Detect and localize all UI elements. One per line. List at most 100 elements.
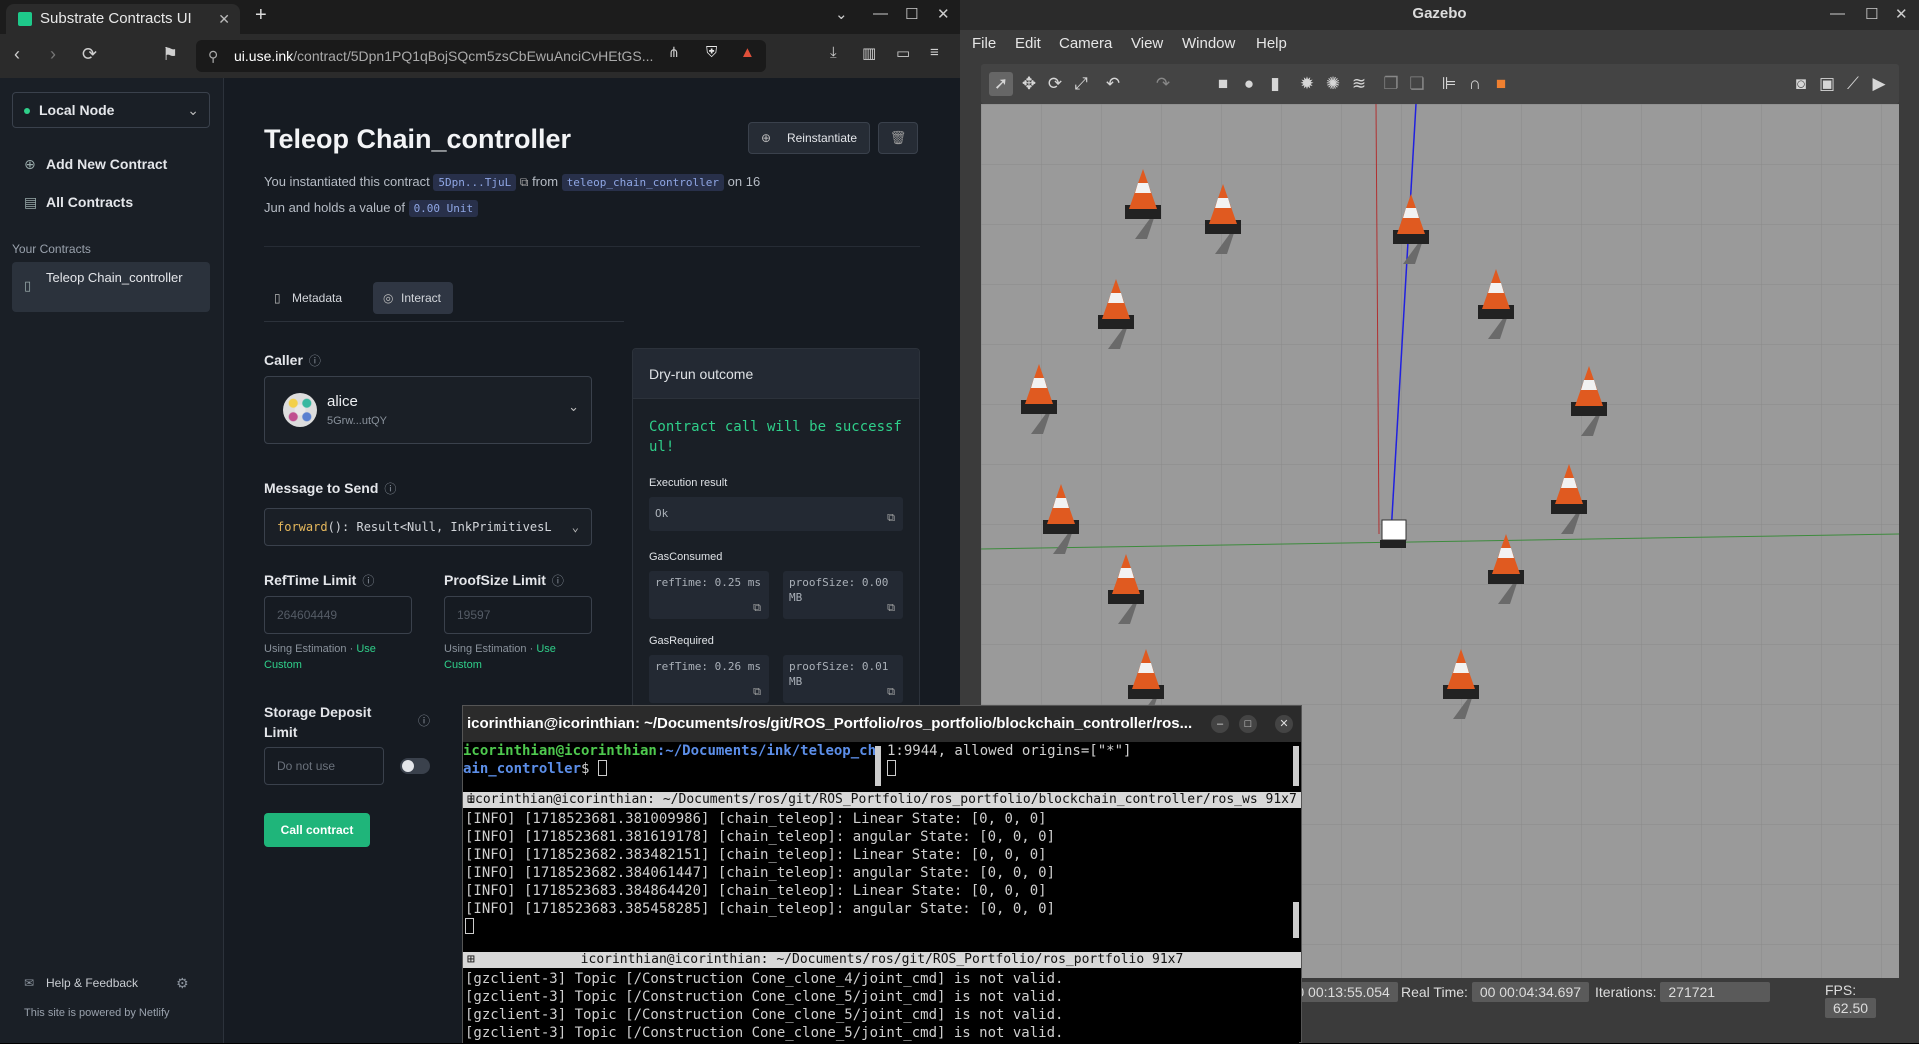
point-light-icon[interactable]: ✹ [1295,72,1319,96]
scrollbar[interactable] [875,746,881,786]
log-line: [gzclient-3] Topic [/Construction Cone_c… [465,1025,1064,1041]
reftime-input[interactable]: 264604449 [264,596,412,634]
reinstantiate-button[interactable]: ⊕ Reinstantiate [748,122,870,154]
gear-icon[interactable]: ⚙ [176,975,189,992]
align-icon[interactable]: ⊫ [1437,72,1461,96]
terminal-pane-prompt[interactable]: icorinthian@icorinthian:~/Documents/ink/… [463,742,881,788]
node-selector[interactable]: Local Node ⌄ [12,92,210,128]
delete-button[interactable]: 🗑 [878,122,918,154]
snap-icon[interactable]: ∩ [1463,72,1487,96]
menu-camera[interactable]: Camera [1059,35,1112,52]
netlify-note[interactable]: This site is powered by Netlify [24,1007,170,1019]
back-icon[interactable]: ‹ [14,44,20,65]
undo-icon[interactable]: ↶ [1101,72,1125,96]
brave-rewards-icon[interactable]: ▲ [740,44,755,61]
proofsize-label-text: ProofSize Limit [444,572,546,588]
box-shape-icon[interactable]: ■ [1211,72,1235,96]
help-feedback-link[interactable]: ✉ Help & Feedback [24,976,138,990]
copy-icon[interactable]: ⧉ [520,175,529,189]
call-contract-button[interactable]: Call contract [264,813,370,847]
pane-header-text: icorinthian@icorinthian: ~/Documents/ros… [467,792,1297,807]
reload-icon[interactable]: ⟳ [82,44,97,65]
rotate-tool-icon[interactable]: ⟳ [1043,72,1067,96]
storage-label-text: Storage Deposit Limit [264,704,372,740]
copy-icon[interactable]: ⧉ [887,505,895,531]
log-icon[interactable]: ▣ [1815,72,1839,96]
scale-tool-icon[interactable]: ⤢ [1069,72,1093,96]
copy-icon[interactable]: ⧉ [753,600,761,615]
storage-toggle[interactable] [400,758,430,774]
info-icon[interactable]: ⓘ [552,574,564,588]
site-info-icon[interactable]: ⚲ [208,40,218,72]
redo-icon[interactable]: ↷ [1151,72,1175,96]
sidebar-toggle-icon[interactable]: ▥ [862,44,876,62]
menu-icon[interactable]: ≡ [930,44,939,61]
color-icon[interactable]: ■ [1489,72,1513,96]
proofsize-input[interactable]: 19597 [444,596,592,634]
plot-icon[interactable]: ⟋ [1841,72,1865,96]
sidebar-item-all-contracts[interactable]: ▤ All Contracts [24,194,133,210]
gas-consumed-reftime: refTime: 0.25 ms ⧉ [649,571,769,619]
forward-icon[interactable]: › [50,44,56,65]
copy-icon[interactable]: ❐ [1379,72,1403,96]
screenshot-icon[interactable]: ◙ [1789,72,1813,96]
minimize-icon[interactable]: – [1211,715,1229,733]
translate-tool-icon[interactable]: ✥ [1017,72,1041,96]
maximize-icon[interactable]: ☐ [1865,5,1878,23]
storage-input[interactable]: Do not use [264,747,384,785]
paste-icon[interactable]: ❏ [1405,72,1429,96]
bookmark-icon[interactable]: ⚑ [162,44,178,65]
menu-window[interactable]: Window [1182,35,1235,52]
close-window-icon[interactable]: ✕ [937,5,950,23]
wallet-icon[interactable]: ▭ [896,44,910,62]
address-bar[interactable]: ⚲ ui.use.ink/contract/5Dpn1PQ1qBojSQcm5z… [196,40,766,72]
browser-tab[interactable]: Substrate Contracts UI ✕ [6,4,240,34]
tab-metadata[interactable]: ▯ Metadata [264,282,354,314]
spot-light-icon[interactable]: ✺ [1321,72,1345,96]
tab-interact[interactable]: ◎ Interact [373,282,454,314]
new-tab-button[interactable]: + [255,4,267,27]
sphere-shape-icon[interactable]: ● [1237,72,1261,96]
message-select[interactable]: forward(): Result<Null, InkPrimitivesL ⌄ [264,508,592,546]
share-icon[interactable]: ⋔ [668,44,680,61]
scrollbar[interactable] [1293,746,1299,786]
terminal-pane-teleop[interactable]: [INFO] [1718523681.381009986] [chain_tel… [463,810,1293,934]
copy-icon[interactable]: ⧉ [753,684,761,699]
page-title: Teleop Chain_controller [264,124,572,154]
sidebar-item-contract[interactable]: ▯ Teleop Chain_controller [12,262,210,312]
select-tool-icon[interactable]: ➚ [989,72,1013,96]
node-status-dot [24,108,30,114]
download-icon[interactable]: ⤓ [830,44,837,61]
menu-view[interactable]: View [1131,35,1163,52]
brave-shield-icon[interactable]: ⛨ [706,44,717,61]
copy-icon[interactable]: ⧉ [887,600,895,615]
directional-light-icon[interactable]: ≋ [1347,72,1371,96]
info-icon[interactable]: ⓘ [362,574,374,588]
terminal-pane-gzclient[interactable]: [gzclient-3] Topic [/Construction Cone_c… [463,970,1299,1044]
book-icon: ▯ [274,291,281,305]
close-tab-icon[interactable]: ✕ [218,4,230,34]
caller-label: Caller ⓘ [264,352,321,369]
minimize-icon[interactable]: — [873,5,888,22]
scrollbar[interactable] [1293,902,1299,938]
tab-list-icon[interactable]: ⌄ [835,5,848,23]
info-icon[interactable]: ⓘ [384,482,396,496]
info-icon[interactable]: ⓘ [309,354,321,368]
maximize-icon[interactable]: ☐ [905,5,918,23]
fps-label: FPS: [1825,982,1857,998]
close-window-icon[interactable]: ✕ [1895,5,1908,23]
menu-file[interactable]: File [972,35,996,52]
terminal-pane-node[interactable]: 1:9944, allowed origins=["*"] [887,742,1287,788]
copy-icon[interactable]: ⧉ [887,684,895,699]
menu-help[interactable]: Help [1256,35,1287,52]
video-icon[interactable]: ▶ [1867,72,1891,96]
maximize-icon[interactable]: □ [1239,715,1257,733]
menu-edit[interactable]: Edit [1015,35,1041,52]
minimize-icon[interactable]: — [1830,5,1845,22]
tab-label: Interact [401,291,442,305]
cylinder-shape-icon[interactable]: ▮ [1263,72,1287,96]
sidebar-item-add-contract[interactable]: ⊕ Add New Contract [24,156,167,172]
info-icon[interactable]: ⓘ [418,712,430,729]
close-window-icon[interactable]: ✕ [1275,715,1293,733]
caller-select[interactable]: alice 5Grw...utQY ⌄ [264,376,592,444]
